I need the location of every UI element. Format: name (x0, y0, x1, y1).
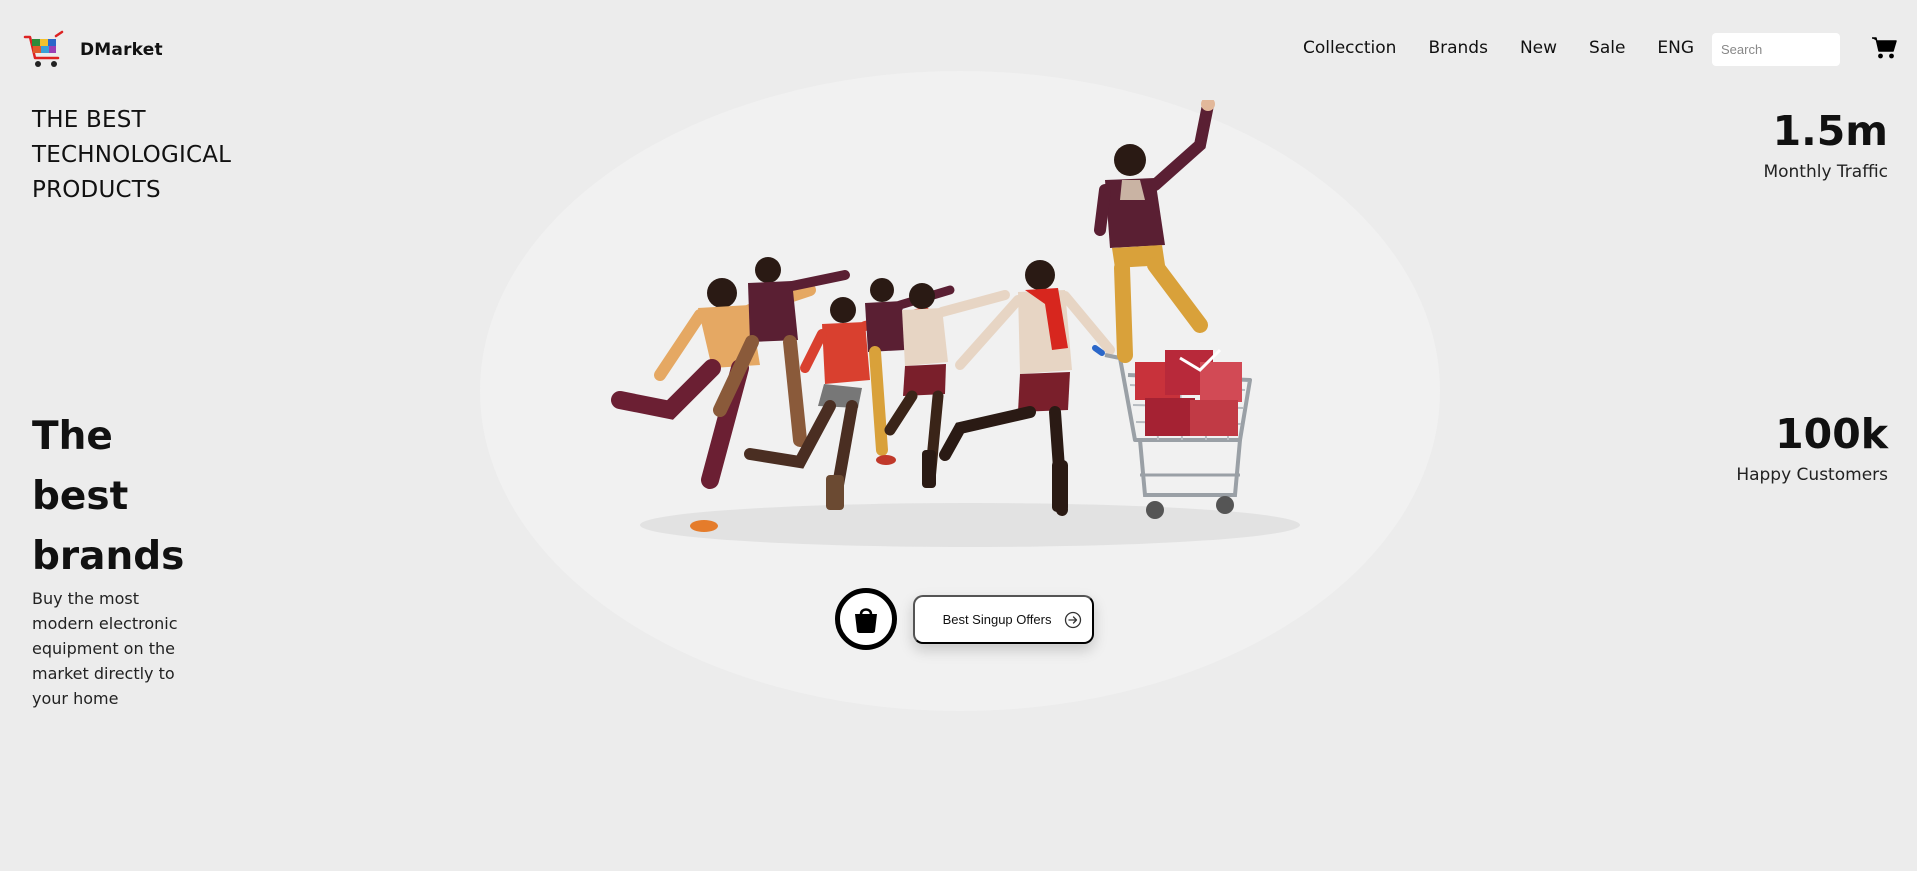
signup-offers-label: Best Singup Offers (942, 612, 1052, 627)
tagline: THE BEST TECHNOLOGICAL PRODUCTS (32, 107, 232, 203)
shopping-bag-button[interactable] (835, 588, 897, 650)
stat-happy-customers: 100k Happy Customers (1736, 409, 1888, 485)
stat-label: Monthly Traffic (1763, 162, 1888, 182)
shopping-cart-logo-icon (23, 30, 64, 67)
hero-headline: The best brands (32, 414, 185, 579)
shopping-bag-icon (855, 608, 877, 633)
nav-collection[interactable]: Collecction (1303, 38, 1396, 58)
signup-offers-button[interactable]: Best Singup Offers (913, 595, 1094, 644)
cart-icon[interactable] (1871, 36, 1897, 60)
hero-image (611, 100, 1300, 547)
arrow-right-circle-icon (1064, 611, 1082, 628)
nav-language[interactable]: ENG (1657, 38, 1694, 58)
logo[interactable]: DMarket (22, 28, 163, 72)
stat-value: 100k (1775, 410, 1888, 458)
main-nav: Collecction Brands New Sale ENG (1303, 38, 1726, 58)
stat-value: 1.5m (1772, 107, 1888, 155)
stat-monthly-traffic: 1.5m Monthly Traffic (1763, 106, 1888, 182)
search-input[interactable] (1712, 33, 1840, 66)
shopping-cart-figure (1092, 345, 1252, 519)
shopper-figure (939, 260, 1115, 516)
nav-new[interactable]: New (1520, 38, 1557, 58)
hero-description: Buy the most modern electronic equipment… (32, 589, 178, 708)
shopper-figure (1094, 100, 1215, 363)
nav-brands[interactable]: Brands (1428, 38, 1488, 58)
page: DMarket Collecction Brands New Sale ENG … (0, 0, 1917, 871)
nav-sale[interactable]: Sale (1589, 38, 1625, 58)
stat-label: Happy Customers (1736, 465, 1888, 485)
brand-name: DMarket (80, 40, 163, 60)
